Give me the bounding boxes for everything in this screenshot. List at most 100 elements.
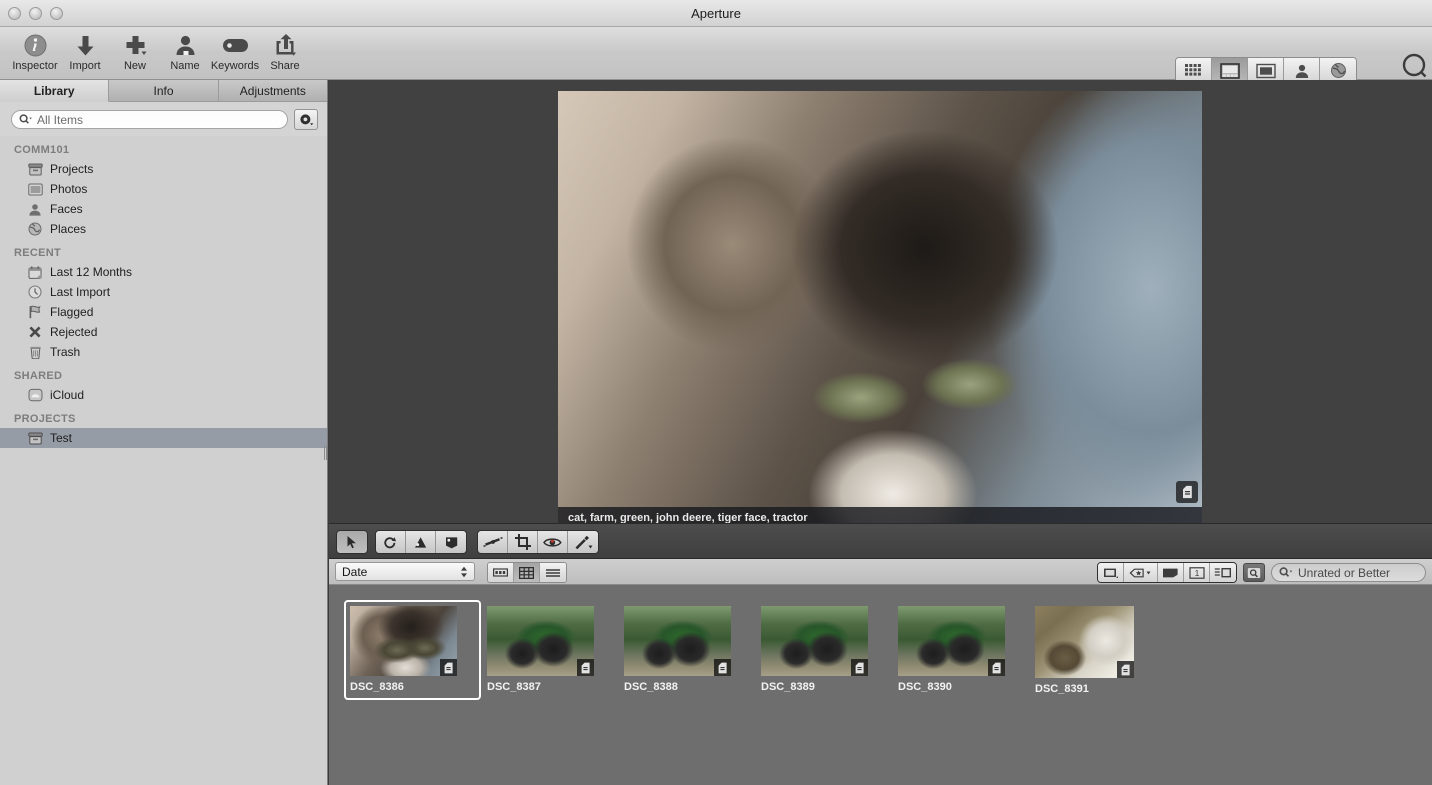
thumbnail-label: DSC_8387 [487,681,541,693]
tab-library[interactable]: Library [0,80,110,102]
tag-icon [221,32,250,59]
projects-icon [27,161,43,177]
sidebar-item-faces[interactable]: Faces [0,199,327,219]
close-button[interactable] [8,7,21,20]
sidebar-item-last-import[interactable]: Last Import [0,282,327,302]
projects-icon [27,430,43,446]
straighten-tool-button[interactable] [478,531,508,553]
filmstrip-icon [493,568,508,577]
thumbnail-grid: DSC_8386 DSC_8387 DSC_8388 DSC_8389 DSC_… [329,585,1432,700]
trash-icon [27,344,43,360]
toolbar-label: Inspector [12,60,58,72]
page-count-button[interactable]: 1 [1184,563,1210,582]
eye-icon [543,537,562,547]
keyword-badge-icon [851,659,868,676]
tab-adjustments[interactable]: Adjustments [218,80,327,102]
selection-tool-button[interactable] [337,531,367,553]
keyword-badge-icon [577,659,594,676]
zoom-button[interactable] [50,7,63,20]
sidebar-item-label: Flagged [50,305,94,319]
sidebar-item-label: Last 12 Months [50,265,133,279]
sidebar-item-label: Trash [50,345,81,359]
toolbar-button-import[interactable]: Import [60,29,110,72]
filter-right-controls: 1 Unrated or Better [1097,562,1426,583]
keyword-menu-button[interactable] [1124,563,1158,582]
thumbnail-item[interactable]: DSC_8390 [892,600,1029,700]
toolbar-label: New [123,60,146,72]
main-photo[interactable]: cat, farm, green, john deere, tiger face… [558,91,1202,529]
keyword-badge-icon [988,659,1005,676]
sidebar-item-test[interactable]: Test [0,428,327,448]
sidebar-item-label: Photos [50,182,88,196]
window-controls [8,7,63,20]
browser-action-buttons: 1 [1097,562,1237,583]
sidebar-item-projects[interactable]: Projects [0,159,327,179]
metadata-button[interactable] [1210,563,1236,582]
sidebar-action-menu-button[interactable] [294,109,318,130]
share-arrow-icon [273,32,298,59]
filter-search-input[interactable]: Unrated or Better [1271,563,1426,582]
toolbar-button-keywords[interactable]: Keywords [210,29,260,72]
retouch-tool-button[interactable] [568,531,598,553]
filmstrip-view-button[interactable] [488,563,514,582]
toolbar-label: Import [69,60,101,72]
toolbar-button-name[interactable]: Name [160,29,210,72]
photo-image [558,91,1202,529]
thumbnail-item[interactable]: DSC_8386 [344,600,481,700]
thumbnail-item[interactable]: DSC_8389 [755,600,892,700]
sidebar-item-label: Rejected [50,325,98,339]
sidebar-item-label: Last Import [50,285,111,299]
slideshow-button[interactable] [1098,563,1124,582]
toolbar-label: Share [270,60,300,72]
gear-icon [299,113,313,125]
minimize-button[interactable] [29,7,42,20]
keyword-star-icon [1129,568,1150,577]
download-arrow-icon [73,32,98,59]
sidebar-item-label: Projects [50,162,94,176]
thumbnail-item[interactable]: DSC_8387 [481,600,618,700]
toolbar-button-new[interactable]: New [110,29,160,72]
sidebar-item-flagged[interactable]: Flagged [0,302,327,322]
red-eye-tool-button[interactable] [538,531,568,553]
toolbar-button-inspector[interactable]: Inspector [10,29,60,72]
x-icon [27,324,43,340]
places-icon [27,221,43,237]
brush-icon [575,535,593,549]
thumbnail-image [624,606,731,676]
one-up-icon: 1 [1188,566,1205,579]
sidebar-item-photos[interactable]: Photos [0,179,327,199]
globe-icon [1330,63,1346,78]
filter-toggle-button[interactable] [1243,563,1265,582]
icloud-icon [27,387,43,403]
faces-icon [27,201,43,217]
title-bar: Aperture [0,0,1432,27]
toolbar-button-share[interactable]: Share [260,29,310,72]
sidebar-item-trash[interactable]: Trash [0,342,327,362]
tab-info[interactable]: Info [109,80,219,102]
flag-button[interactable] [1158,563,1184,582]
thumbnail-item[interactable]: DSC_8388 [618,600,755,700]
stamp-tool-button[interactable] [436,531,466,553]
thumbnail-label: DSC_8386 [350,681,404,693]
lift-tool-button[interactable] [406,531,436,553]
person-icon [1295,64,1308,78]
thumbnail-item[interactable]: DSC_8391 [1029,600,1166,700]
sidebar-item-rejected[interactable]: Rejected [0,322,327,342]
grid-view-button[interactable] [514,563,540,582]
list-view-button[interactable] [540,563,566,582]
search-input[interactable]: All Items [11,110,288,129]
sidebar-item-icloud[interactable]: iCloud [0,385,327,405]
crop-tool-button[interactable] [508,531,538,553]
sidebar-group-title: PROJECTS [14,413,76,425]
sidebar-item-places[interactable]: Places [0,219,327,239]
sidebar-search-row: All Items [0,102,327,136]
sidebar-item-last-12-months[interactable]: Last 12 Months [0,262,327,282]
rotate-left-tool-button[interactable] [376,531,406,553]
sidebar-resize-handle[interactable] [323,440,328,466]
sort-select[interactable]: Date [335,562,475,581]
svg-text:1: 1 [1194,567,1199,577]
filter-search-value: Unrated or Better [1298,565,1391,580]
list-icon [546,568,560,577]
browser-view-modes [487,562,567,583]
keyword-badge-icon [440,659,457,676]
